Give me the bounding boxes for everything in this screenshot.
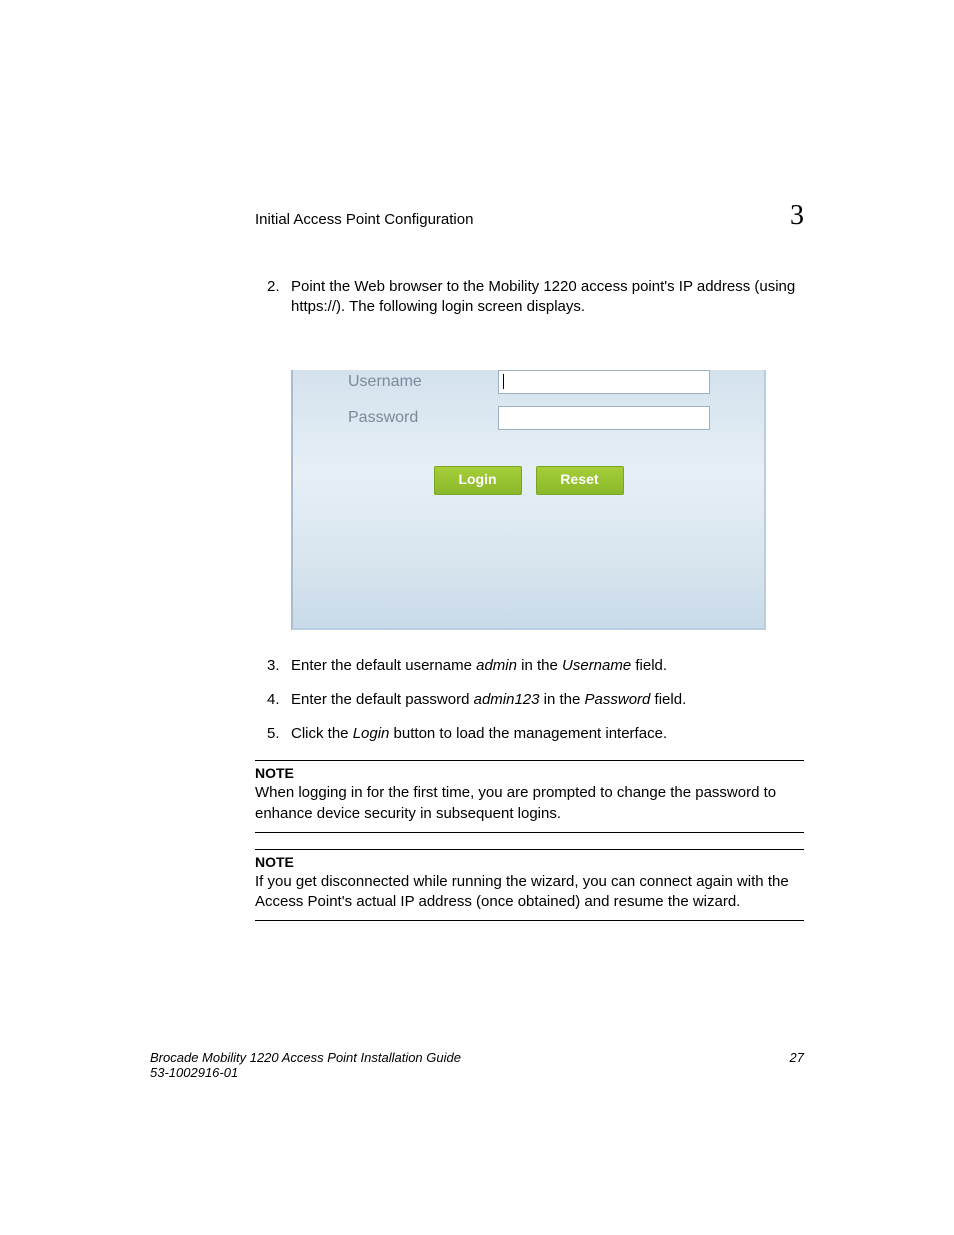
section-title: Initial Access Point Configuration [255, 211, 473, 228]
note-body: When logging in for the first time, you … [255, 783, 804, 824]
note-heading: NOTE [255, 854, 804, 870]
step-2: 2. Point the Web browser to the Mobility… [267, 277, 804, 318]
text-part: in the [540, 691, 585, 708]
step-text: Enter the default password admin123 in t… [291, 690, 686, 710]
username-row: Username [348, 370, 764, 394]
step-number: 5. [267, 724, 291, 744]
step-5: 5. Click the Login button to load the ma… [267, 724, 804, 744]
step-4: 4. Enter the default password admin123 i… [267, 690, 804, 710]
text-part: in the [517, 657, 562, 674]
step-text: Click the Login button to load the manag… [291, 724, 667, 744]
page-header: Initial Access Point Configuration 3 [255, 200, 804, 232]
step-number: 4. [267, 690, 291, 710]
password-input[interactable] [498, 406, 710, 430]
text-em: admin123 [474, 691, 540, 708]
password-row: Password [348, 406, 764, 430]
step-text: Enter the default username admin in the … [291, 656, 667, 676]
note-2: NOTE If you get disconnected while runni… [255, 849, 804, 922]
text-part: field. [631, 657, 667, 674]
text-part: field. [650, 691, 686, 708]
note-body: If you get disconnected while running th… [255, 872, 804, 913]
step-number: 2. [267, 277, 291, 318]
page-number: 27 [790, 1050, 804, 1080]
note-heading: NOTE [255, 765, 804, 781]
step-text: Point the Web browser to the Mobility 12… [291, 277, 804, 318]
text-em: Password [585, 691, 651, 708]
text-cursor-icon [503, 374, 504, 389]
reset-button[interactable]: Reset [536, 466, 624, 495]
text-part: Click the [291, 725, 353, 742]
step-3: 3. Enter the default username admin in t… [267, 656, 804, 676]
footer-left: Brocade Mobility 1220 Access Point Insta… [150, 1050, 461, 1080]
step-number: 3. [267, 656, 291, 676]
text-em: Username [562, 657, 631, 674]
text-part: Enter the default password [291, 691, 474, 708]
note-1: NOTE When logging in for the first time,… [255, 760, 804, 833]
username-label: Username [348, 373, 498, 391]
login-button[interactable]: Login [434, 466, 522, 495]
text-em: Login [353, 725, 390, 742]
login-screenshot: Username Password Login Reset [291, 370, 766, 630]
text-part: Enter the default username [291, 657, 476, 674]
guide-title: Brocade Mobility 1220 Access Point Insta… [150, 1050, 461, 1065]
text-em: admin [476, 657, 517, 674]
username-input[interactable] [498, 370, 710, 394]
login-button-row: Login Reset [293, 466, 764, 495]
doc-id: 53-1002916-01 [150, 1065, 461, 1080]
chapter-number: 3 [790, 200, 804, 232]
text-part: button to load the management interface. [389, 725, 667, 742]
password-label: Password [348, 409, 498, 427]
page-footer: Brocade Mobility 1220 Access Point Insta… [150, 1050, 804, 1080]
